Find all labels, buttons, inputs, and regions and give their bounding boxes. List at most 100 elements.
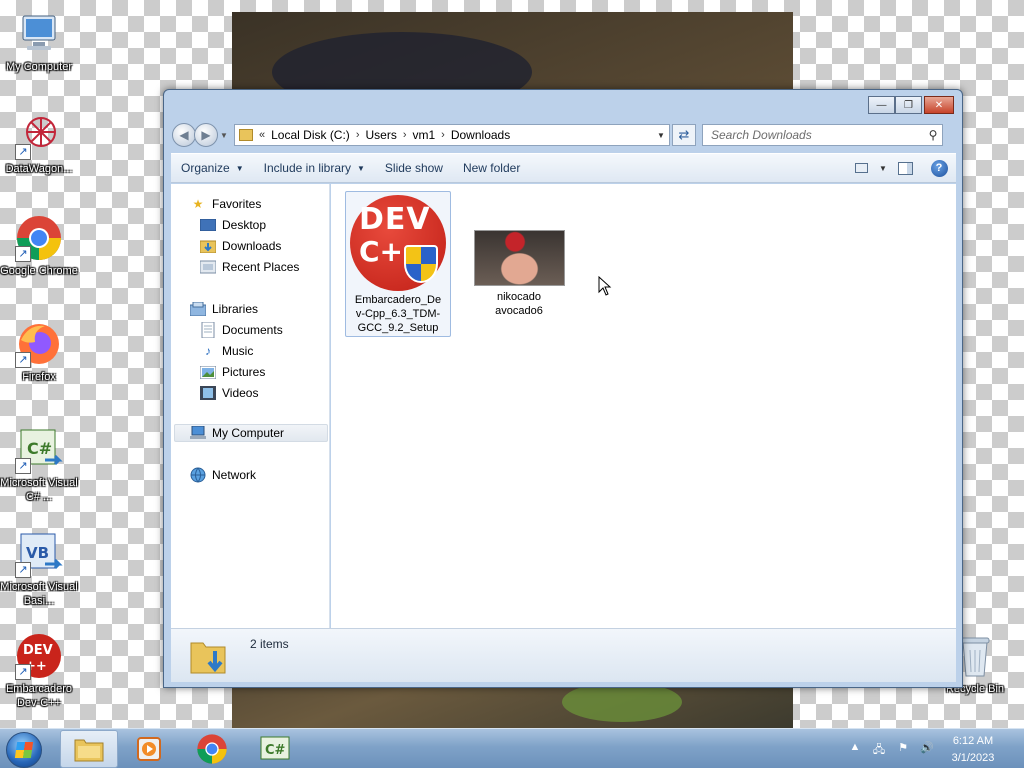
desktop-icon-my-computer[interactable]: My Computer (0, 10, 78, 74)
nav-item-videos[interactable]: Videos (200, 384, 258, 402)
chevron-down-icon: ▼ (220, 130, 228, 140)
shortcut-arrow-icon: ↗ (15, 144, 31, 160)
nav-libraries-label: Libraries (212, 302, 259, 316)
desktop-icon (200, 218, 216, 232)
desktop-icon-visual-basic[interactable]: VB ↗ Microsoft Visual Basi... (0, 530, 78, 608)
address-dropdown-icon[interactable]: ▼ (653, 131, 669, 140)
network-icon[interactable]: 🖧 (870, 741, 888, 757)
address-bar[interactable]: « Local Disk (C:) › Users › vm1 › Downlo… (234, 124, 670, 146)
desktop-icon-firefox[interactable]: ↗ Firefox (0, 320, 78, 384)
breadcrumb-local-disk[interactable]: Local Disk (C:) (267, 128, 354, 142)
file-item-devcpp-setup[interactable]: DEV C+ Embarcadero_De v-Cpp_6.3_TDM- GCC… (345, 191, 451, 337)
shortcut-arrow-icon: ↗ (15, 246, 31, 262)
wallpaper-detail (562, 682, 682, 722)
slide-show-button[interactable]: Slide show (375, 157, 453, 179)
breadcrumb-downloads[interactable]: Downloads (447, 128, 514, 142)
taskbar-visual-csharp[interactable]: C# (246, 730, 304, 768)
breadcrumb-overflow[interactable]: « (257, 129, 267, 141)
nav-item-music[interactable]: ♪ Music (200, 342, 253, 360)
visual-basic-icon: VB ↗ (15, 530, 63, 578)
taskbar-explorer[interactable] (60, 730, 118, 768)
file-name-line: avocado6 (495, 305, 543, 317)
file-list: DEV C+ Embarcadero_De v-Cpp_6.3_TDM- GCC… (331, 184, 956, 628)
nav-item-recent-places[interactable]: Recent Places (200, 258, 299, 276)
new-folder-button[interactable]: New folder (453, 157, 530, 179)
help-button[interactable]: ? (928, 159, 950, 177)
title-bar[interactable]: — ❐ ✕ (164, 90, 962, 122)
preview-pane-button[interactable] (894, 159, 916, 177)
change-view-button[interactable] (850, 159, 872, 177)
network-globe-icon (190, 467, 206, 483)
file-name-line: GCC_9.2_Setup (357, 322, 439, 334)
nav-item-pictures[interactable]: Pictures (200, 363, 265, 381)
clock-date: 3/1/2023 (951, 752, 995, 764)
shortcut-arrow-icon: ↗ (15, 352, 31, 368)
shortcut-arrow-icon: ↗ (15, 664, 31, 680)
shortcut-arrow-icon: ↗ (15, 458, 31, 474)
command-bar: Organize ▼ Include in library ▼ Slide sh… (171, 153, 956, 183)
downloads-folder-icon (189, 635, 229, 677)
refresh-icon: ⇄ (678, 127, 690, 142)
devcpp-setup-icon: DEV C+ (350, 195, 446, 291)
preview-pane-icon (897, 161, 913, 175)
forward-button[interactable]: ▶ (194, 123, 218, 147)
start-button[interactable] (6, 732, 42, 768)
show-hidden-icons-icon[interactable]: ▲ (846, 741, 864, 757)
search-input[interactable] (703, 125, 924, 145)
nav-network[interactable]: Network (190, 466, 256, 484)
taskbar: C# ▲ 🖧 ⚑ 🔊 6:12 AM 3/1/2023 (0, 728, 1024, 768)
include-in-library-button[interactable]: Include in library ▼ (254, 157, 375, 179)
nav-item-desktop[interactable]: Desktop (200, 216, 266, 234)
maximize-button[interactable]: ❐ (895, 96, 922, 114)
desktop-icon-devcpp[interactable]: DEV ++ ↗ Embarcadero Dev-C++ (0, 632, 78, 710)
nav-libraries[interactable]: Libraries (190, 300, 258, 318)
computer-icon (15, 10, 63, 58)
icon-text: C+ (359, 235, 404, 268)
taskbar-chrome[interactable] (183, 730, 241, 768)
file-name-line: Embarcadero_De (354, 294, 442, 306)
search-icon[interactable]: ⚲ (924, 128, 942, 142)
breadcrumb-users[interactable]: Users (361, 128, 400, 142)
taskbar-media-player[interactable] (120, 730, 178, 768)
nav-item-downloads[interactable]: Downloads (200, 237, 281, 255)
nav-item-label: Downloads (222, 239, 282, 253)
breadcrumb-vm1[interactable]: vm1 (409, 128, 440, 142)
icon-text: DEV (359, 202, 431, 237)
mouse-pointer-icon (598, 276, 612, 296)
nav-my-computer[interactable]: My Computer (174, 424, 328, 442)
action-center-flag-icon[interactable]: ⚑ (894, 741, 912, 757)
chrome-icon: ↗ (15, 214, 63, 262)
nav-favorites[interactable]: ★ Favorites (190, 195, 262, 213)
clock[interactable]: 6:12 AM 3/1/2023 (930, 733, 1016, 767)
nav-item-label: Music (222, 344, 254, 358)
star-icon: ★ (192, 197, 204, 211)
visual-csharp-icon: C# (260, 736, 290, 760)
desktop-icon-datawagon[interactable]: ↗ DataWagon... (0, 112, 78, 176)
breadcrumb-separator-icon[interactable]: › (354, 129, 362, 141)
close-button[interactable]: ✕ (924, 96, 954, 114)
desktop-icon-visual-csharp[interactable]: C# ↗ Microsoft Visual C# ... (0, 426, 78, 504)
video-film-icon (200, 386, 216, 400)
breadcrumb-separator-icon[interactable]: › (439, 129, 447, 141)
nav-item-label: Recent Places (222, 260, 300, 274)
minimize-button[interactable]: — (868, 96, 895, 114)
nav-favorites-label: Favorites (212, 197, 262, 211)
nav-item-label: Documents (222, 323, 283, 337)
back-button[interactable]: ◀ (172, 123, 196, 147)
nav-item-label: Videos (222, 386, 259, 400)
recent-pages-dropdown[interactable]: ▼ (220, 131, 230, 140)
firefox-icon: ↗ (15, 320, 63, 368)
file-name-line: nikocado (496, 291, 542, 303)
refresh-button[interactable]: ⇄ (672, 124, 696, 146)
organize-button[interactable]: Organize ▼ (171, 157, 254, 179)
media-player-icon (137, 737, 161, 761)
nav-item-documents[interactable]: Documents (200, 321, 283, 339)
file-item-image[interactable]: nikocado avocado6 (467, 230, 571, 322)
clock-time: 6:12 AM (952, 735, 994, 747)
desktop-icon-google-chrome[interactable]: ↗ Google Chrome (0, 214, 78, 278)
shortcut-arrow-icon: ↗ (15, 562, 31, 578)
arrow-right-icon: ▶ (201, 128, 211, 142)
windows-logo-icon (14, 742, 34, 758)
view-options-dropdown[interactable]: ▼ (878, 159, 888, 177)
breadcrumb-separator-icon[interactable]: › (401, 129, 409, 141)
